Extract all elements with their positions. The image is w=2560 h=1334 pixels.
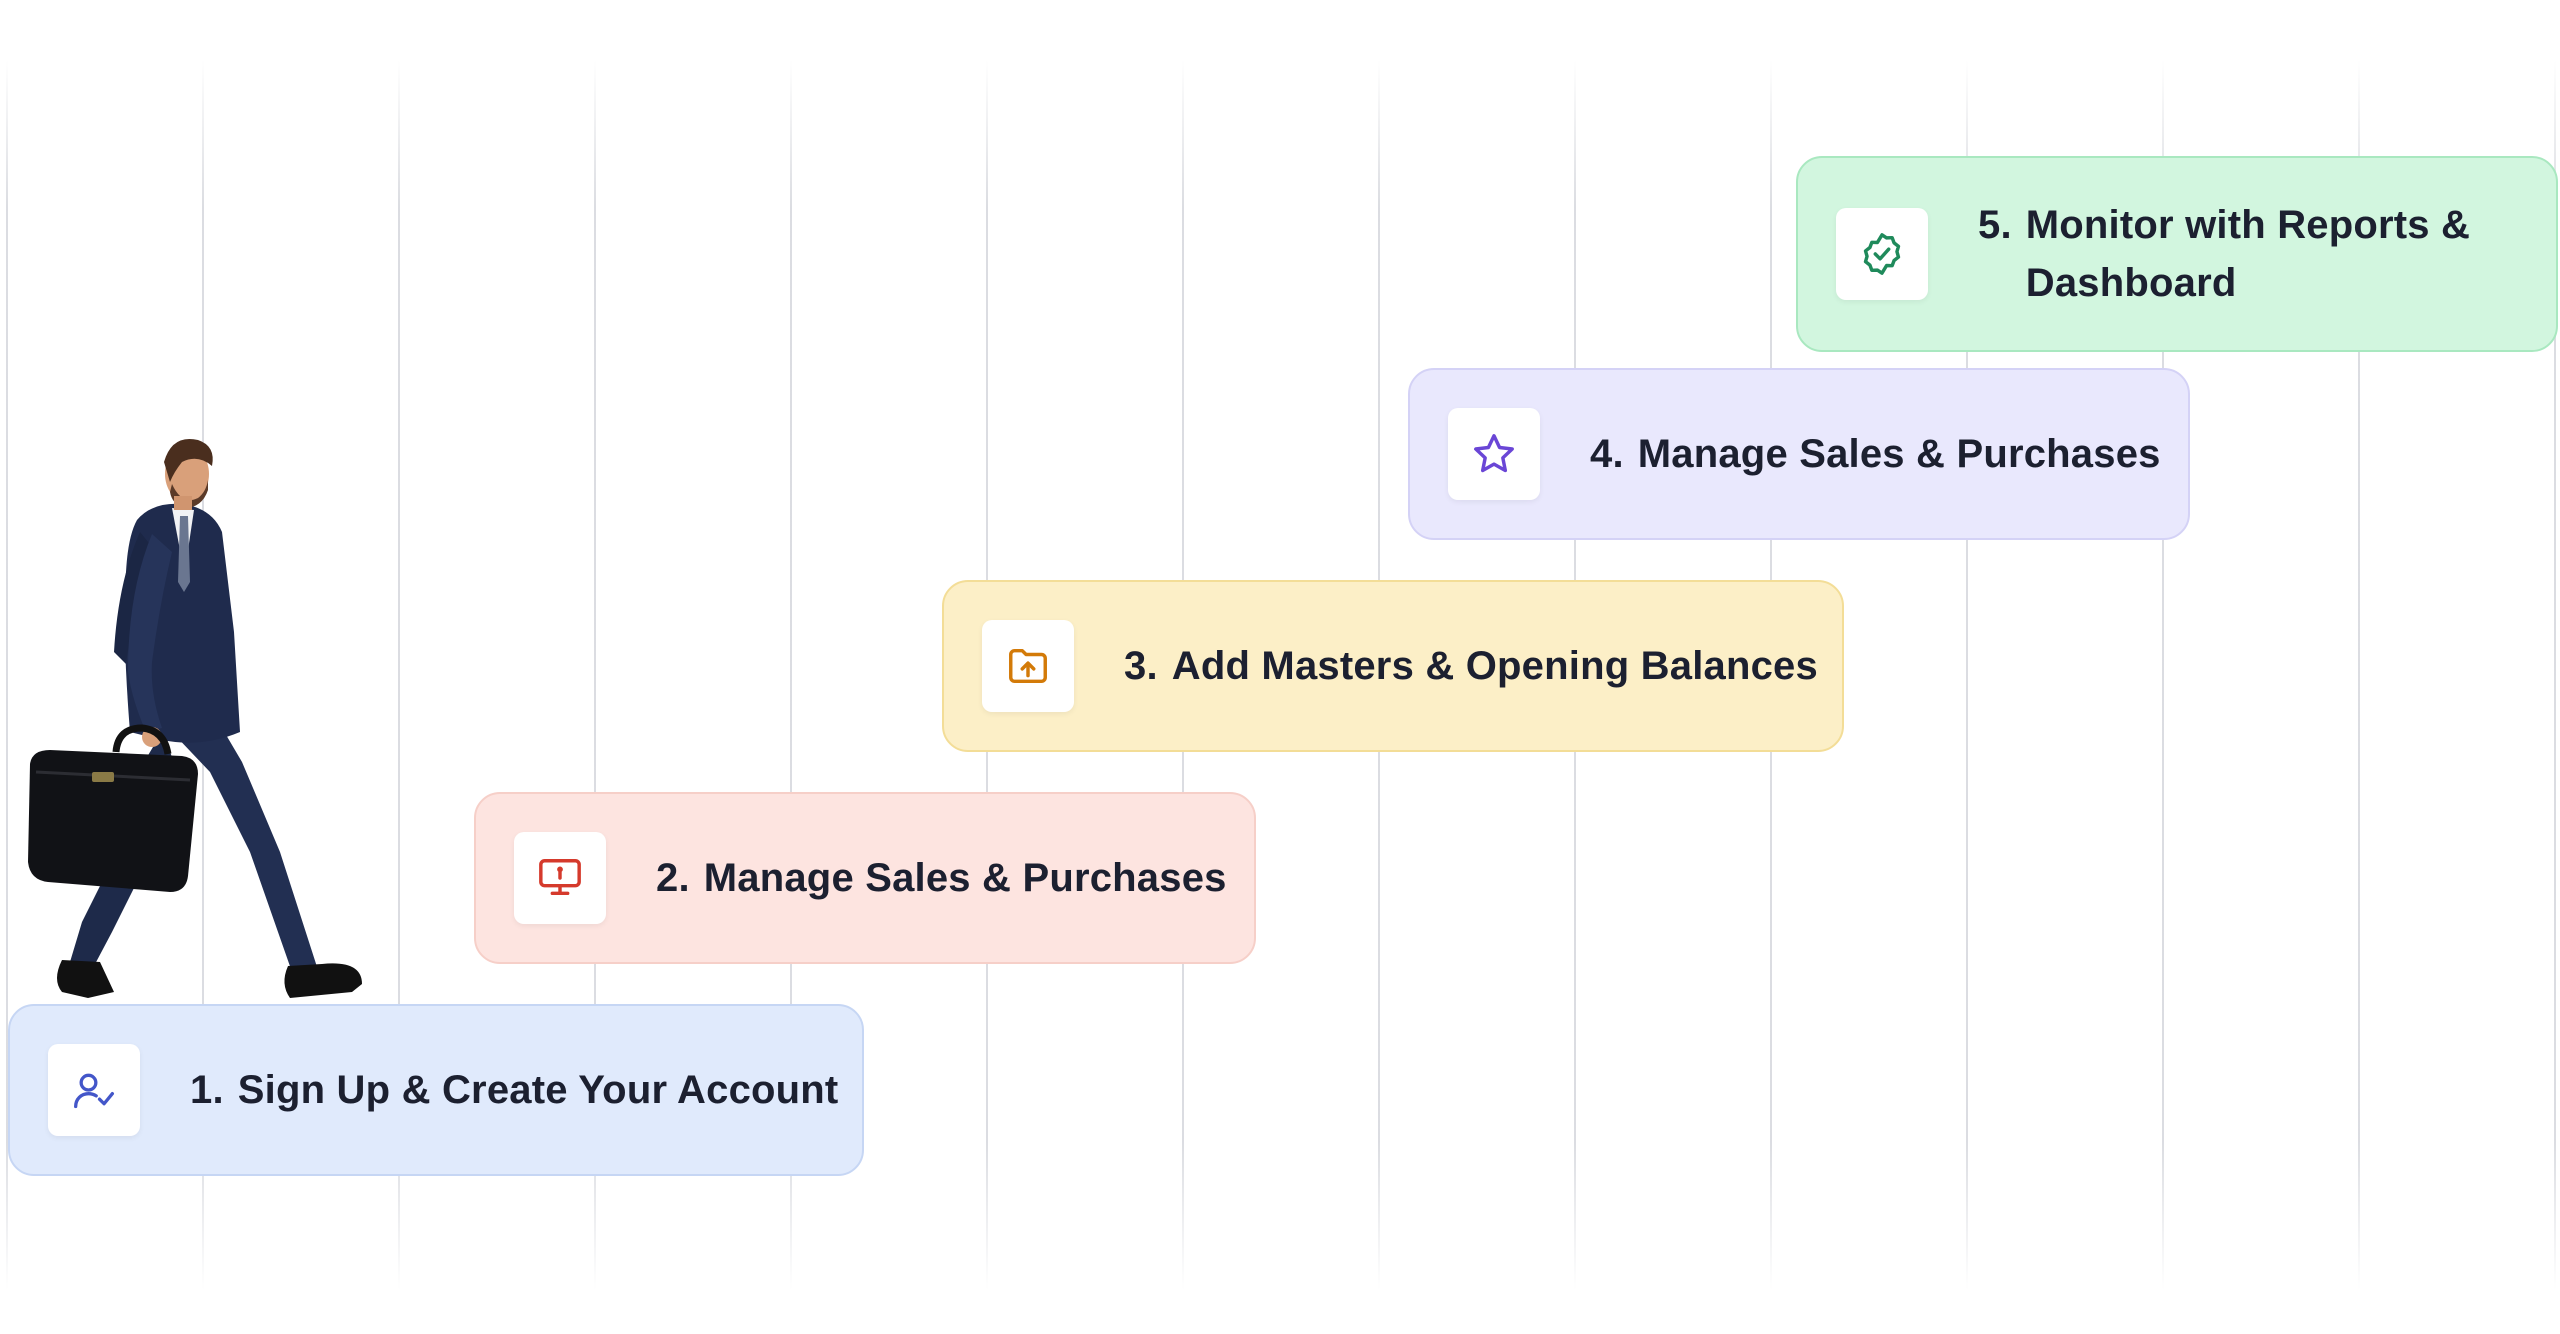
step-label: Monitor with Reports & Dashboard: [2025, 203, 2471, 305]
step-number: 4.: [1590, 432, 1624, 476]
step-label: Manage Sales & Purchases: [1637, 432, 2161, 476]
step-4-icon-box: [1448, 408, 1540, 500]
step-number: 2.: [656, 856, 690, 900]
step-2-icon-box: [514, 832, 606, 924]
step-number: 5.: [1978, 203, 2012, 247]
step-3-card: 3. Add Masters & Opening Balances: [942, 580, 1844, 752]
businessman-illustration: [28, 438, 362, 998]
star-icon: [1474, 434, 1514, 473]
step-1-icon-box: [48, 1044, 140, 1136]
step-2-card: 2. Manage Sales & Purchases: [474, 792, 1256, 964]
step-5-icon-box: [1836, 208, 1928, 300]
step-number: 1.: [190, 1068, 224, 1112]
step-label: Manage Sales & Purchases: [703, 856, 1227, 900]
step-1-card: 1. Sign Up & Create Your Account: [8, 1004, 864, 1176]
badge-check-icon: [1863, 233, 1901, 275]
user-check-icon: [74, 1073, 114, 1109]
step-label: Add Masters & Opening Balances: [1171, 644, 1818, 688]
step-2-text: 2. Manage Sales & Purchases: [656, 849, 1227, 907]
step-number: 3.: [1124, 644, 1158, 688]
step-1-text: 1. Sign Up & Create Your Account: [190, 1061, 838, 1119]
step-4-card: 4. Manage Sales & Purchases: [1408, 368, 2190, 540]
step-3-text: 3. Add Masters & Opening Balances: [1124, 637, 1818, 695]
monitor-icon: [539, 859, 581, 896]
process-diagram: 1. Sign Up & Create Your Account 2. Mana…: [0, 0, 2560, 1334]
folder-upload-icon: [1009, 648, 1047, 684]
step-3-icon-box: [982, 620, 1074, 712]
step-5-card: 5. Monitor with Reports & Dashboard: [1796, 156, 2558, 352]
step-5-text: 5. Monitor with Reports & Dashboard: [1978, 196, 2498, 312]
step-4-text: 4. Manage Sales & Purchases: [1590, 425, 2161, 483]
step-label: Sign Up & Create Your Account: [237, 1068, 839, 1112]
